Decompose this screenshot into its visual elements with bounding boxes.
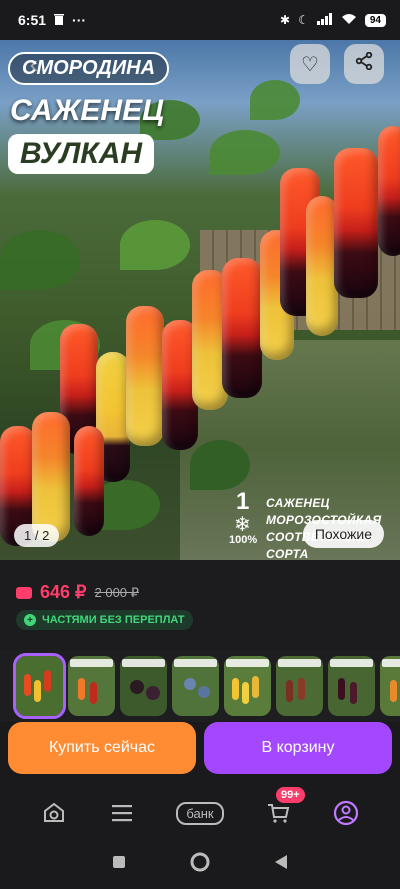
- current-price: 646 ₽: [40, 582, 87, 602]
- more-dots: ···: [72, 12, 87, 28]
- cart-icon: [268, 804, 290, 823]
- info-percent: 100%: [229, 534, 258, 546]
- circle-icon: [190, 852, 210, 872]
- signal-icon: [316, 12, 333, 28]
- plus-icon: +: [24, 614, 36, 626]
- installments-label: ЧАСТЯМИ БЕЗ ПЕРЕПЛАТ: [42, 614, 185, 626]
- status-time: 6:51: [18, 12, 47, 28]
- info-line: САЖЕНЕЦ: [266, 496, 330, 510]
- buy-now-button[interactable]: Купить сейчас: [8, 722, 196, 774]
- moon-icon: ☾: [298, 13, 309, 27]
- thumbnail-strip[interactable]: [0, 650, 400, 722]
- thumbnail[interactable]: [328, 656, 375, 716]
- nav-catalog[interactable]: [102, 793, 142, 833]
- title-pill: СМОРОДИНА: [8, 52, 170, 85]
- heart-icon: ♡: [301, 53, 319, 76]
- add-to-cart-button[interactable]: В корзину: [204, 722, 392, 774]
- action-buttons: Купить сейчас В корзину: [0, 722, 400, 782]
- wifi-icon: [341, 13, 357, 28]
- installments-badge[interactable]: + ЧАСТЯМИ БЕЗ ПЕРЕПЛАТ: [16, 610, 193, 630]
- nav-cart[interactable]: 99+: [258, 787, 305, 833]
- title-line3: ВУЛКАН: [8, 134, 155, 174]
- triangle-back-icon: [275, 855, 287, 869]
- thumbnail[interactable]: [224, 656, 271, 716]
- price-row: 646 ₽ 2 000 ₽: [16, 582, 139, 603]
- thumbnail[interactable]: [276, 656, 323, 716]
- nav-profile[interactable]: [326, 793, 366, 833]
- home-button[interactable]: [190, 852, 210, 877]
- home-search-icon: [44, 802, 64, 822]
- bottom-nav: банк 99+: [0, 786, 400, 840]
- status-bar: 6:51 ··· ✱ ☾ 94: [0, 0, 400, 40]
- battery-indicator: 94: [364, 13, 386, 27]
- thumbnail[interactable]: [172, 656, 219, 716]
- bank-label: банк: [176, 801, 224, 825]
- back-system-button[interactable]: [274, 854, 288, 875]
- thumbnail[interactable]: [13, 653, 66, 719]
- favorite-button[interactable]: ♡: [290, 44, 330, 84]
- nav-bank[interactable]: банк: [170, 793, 230, 833]
- old-price: 2 000 ₽: [94, 584, 139, 600]
- share-icon: [355, 51, 373, 76]
- system-nav: [0, 840, 400, 889]
- title-line2: САЖЕНЕЦ: [10, 94, 164, 127]
- cart-badge: 99+: [276, 787, 305, 803]
- image-pager: 1 / 2: [14, 524, 60, 547]
- square-icon: [113, 856, 125, 868]
- recents-button[interactable]: [112, 855, 126, 874]
- bluetooth-icon: ✱: [280, 13, 291, 27]
- menu-icon: [112, 805, 132, 822]
- similar-button[interactable]: Похожие: [302, 520, 384, 548]
- price-area: [0, 560, 400, 650]
- nav-home[interactable]: [34, 793, 74, 833]
- share-button[interactable]: [344, 44, 384, 84]
- wallet-icon: [16, 586, 32, 599]
- trash-icon: [54, 12, 65, 28]
- thumbnail[interactable]: [380, 656, 400, 716]
- thumbnail[interactable]: [120, 656, 167, 716]
- profile-icon: [333, 800, 359, 826]
- thumbnail[interactable]: [68, 656, 115, 716]
